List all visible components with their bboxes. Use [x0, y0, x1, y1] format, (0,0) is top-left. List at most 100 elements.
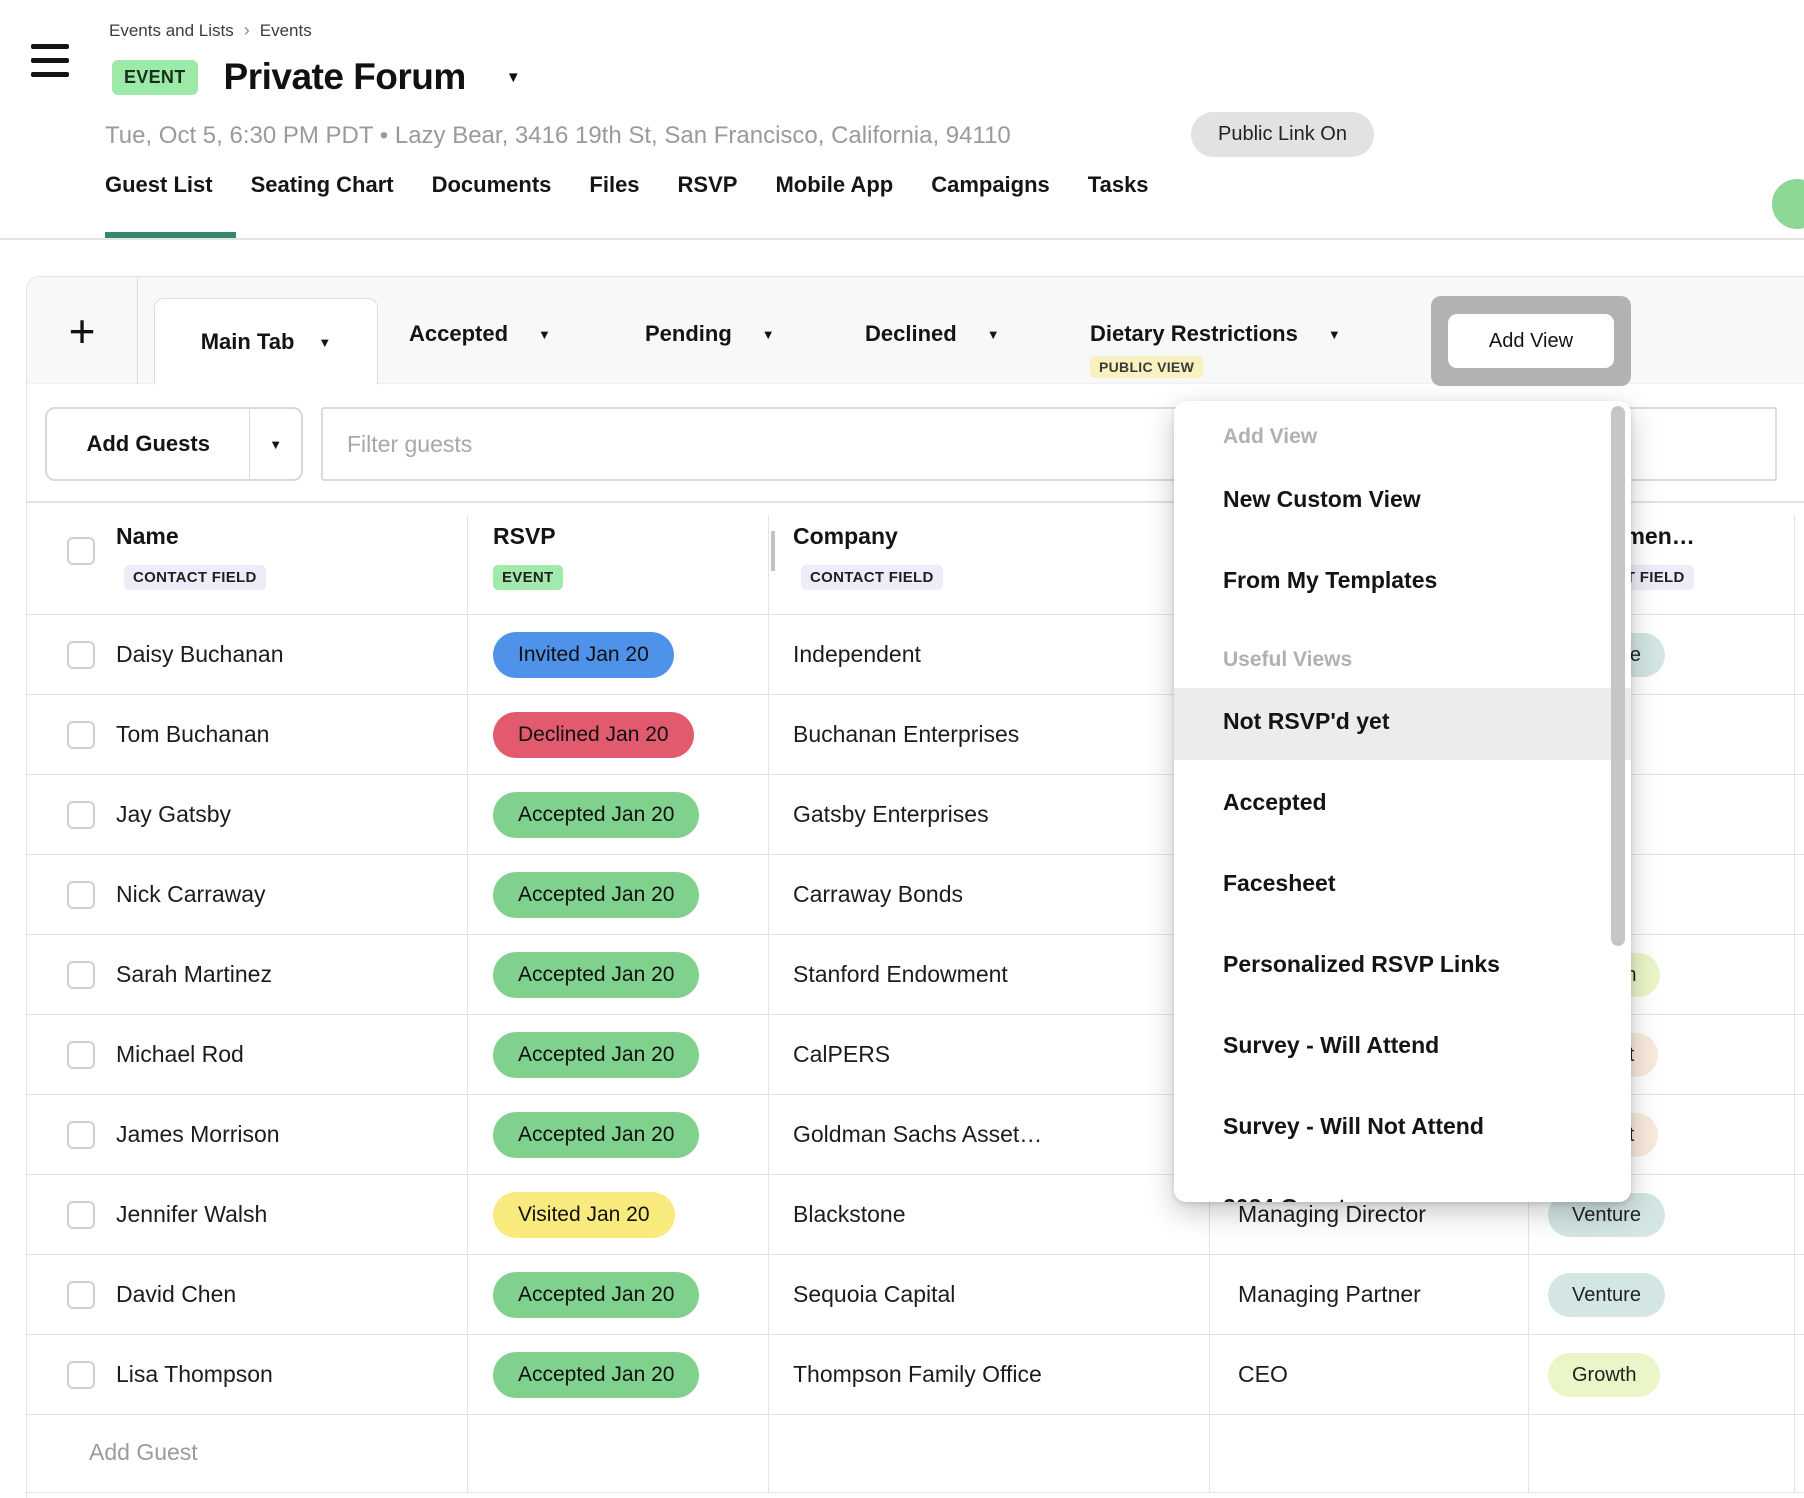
view-tab-main[interactable]: Main Tab ▼ [154, 298, 378, 385]
table-row[interactable]: David Chen Accepted Jan 20 Sequoia Capit… [27, 1255, 1804, 1335]
rsvp-status-pill: Accepted Jan 20 [493, 1032, 699, 1078]
guest-name: Jennifer Walsh [116, 1201, 267, 1228]
row-checkbox[interactable] [67, 1281, 95, 1309]
tab-documents[interactable]: Documents [432, 172, 552, 198]
row-checkbox[interactable] [67, 881, 95, 909]
tab-mobile-app[interactable]: Mobile App [775, 172, 893, 198]
column-header-name[interactable]: Name [116, 523, 179, 550]
view-tab-dietary-restrictions[interactable]: Dietary Restrictions ▼ [1090, 321, 1341, 347]
tab-rsvp[interactable]: RSVP [678, 172, 738, 198]
row-checkbox[interactable] [67, 1361, 95, 1389]
column-header-rsvp[interactable]: RSVP [493, 523, 556, 550]
menu-item-not-rsvpd-yet[interactable]: Not RSVP'd yet [1174, 688, 1631, 760]
add-guest-row[interactable]: Add Guest [27, 1415, 1804, 1493]
view-tab-declined[interactable]: Declined ▼ [865, 321, 1000, 347]
public-link-status-badge[interactable]: Public Link On [1191, 112, 1374, 157]
row-checkbox[interactable] [67, 641, 95, 669]
menu-item-survey-will-not-attend[interactable]: Survey - Will Not Attend [1174, 1093, 1631, 1165]
add-view-tab-button[interactable]: + [27, 277, 138, 384]
header-divider [0, 238, 1804, 240]
dropdown-section-useful-views: Useful Views [1223, 648, 1352, 672]
rsvp-status-pill: Accepted Jan 20 [493, 952, 699, 998]
page-title: Private Forum [224, 56, 466, 98]
chevron-down-icon[interactable]: ▼ [1328, 327, 1341, 342]
guest-company: Stanford Endowment [793, 961, 1008, 988]
dropdown-scrollbar[interactable] [1611, 406, 1625, 946]
tab-campaigns[interactable]: Campaigns [931, 172, 1050, 198]
event-nav-tabs: Guest List Seating Chart Documents Files… [105, 172, 1149, 198]
guest-name: James Morrison [116, 1121, 280, 1148]
column-resize-handle[interactable] [771, 531, 775, 571]
view-tab-pending[interactable]: Pending ▼ [645, 321, 775, 347]
guest-name: Daisy Buchanan [116, 641, 284, 668]
guest-title: Managing Partner [1238, 1281, 1421, 1308]
add-guests-button[interactable]: Add Guests ▼ [45, 407, 303, 481]
row-checkbox[interactable] [67, 1041, 95, 1069]
company-field-type-badge: CONTACT FIELD [801, 565, 943, 590]
menu-item-from-my-templates[interactable]: From My Templates [1174, 547, 1631, 619]
chevron-down-icon[interactable]: ▼ [538, 327, 551, 342]
investment-focus-pill: Venture [1548, 1273, 1665, 1317]
menu-icon[interactable] [31, 44, 69, 78]
rsvp-status-pill: Visited Jan 20 [493, 1192, 675, 1238]
select-all-checkbox[interactable] [67, 537, 95, 565]
chevron-down-icon[interactable]: ▼ [762, 327, 775, 342]
guest-name: Nick Carraway [116, 881, 266, 908]
row-checkbox[interactable] [67, 961, 95, 989]
menu-item-accepted[interactable]: Accepted [1174, 769, 1631, 841]
breadcrumb: Events and Lists › Events [109, 20, 312, 41]
row-checkbox[interactable] [67, 721, 95, 749]
chevron-down-icon[interactable]: ▼ [987, 327, 1000, 342]
help-button[interactable] [1772, 179, 1804, 229]
guest-title: Managing Director [1238, 1201, 1426, 1228]
rsvp-status-pill: Accepted Jan 20 [493, 1112, 699, 1158]
guest-name: Lisa Thompson [116, 1361, 273, 1388]
chevron-down-icon[interactable]: ▼ [318, 335, 331, 350]
rsvp-status-pill: Accepted Jan 20 [493, 1272, 699, 1318]
rsvp-status-pill: Accepted Jan 20 [493, 1352, 699, 1398]
plus-icon: + [69, 304, 96, 358]
menu-item-facesheet[interactable]: Facesheet [1174, 850, 1631, 922]
tab-files[interactable]: Files [589, 172, 639, 198]
rsvp-status-pill: Accepted Jan 20 [493, 792, 699, 838]
guest-company: Gatsby Enterprises [793, 801, 989, 828]
menu-item-new-custom-view[interactable]: New Custom View [1174, 466, 1631, 538]
rsvp-status-pill: Declined Jan 20 [493, 712, 694, 758]
guest-title: CEO [1238, 1361, 1288, 1388]
rsvp-status-pill: Accepted Jan 20 [493, 872, 699, 918]
breadcrumb-events-and-lists[interactable]: Events and Lists [109, 21, 234, 41]
guest-company: Buchanan Enterprises [793, 721, 1019, 748]
row-checkbox[interactable] [67, 801, 95, 829]
add-guests-dropdown-caret[interactable]: ▼ [249, 409, 301, 479]
tab-tasks[interactable]: Tasks [1088, 172, 1149, 198]
add-view-dropdown-menu: Add View New Custom View From My Templat… [1174, 401, 1631, 1202]
breadcrumb-events[interactable]: Events [260, 21, 312, 41]
guest-company: Thompson Family Office [793, 1361, 1042, 1388]
guest-company: Sequoia Capital [793, 1281, 955, 1308]
rsvp-field-type-badge: EVENT [493, 565, 563, 590]
row-checkbox[interactable] [67, 1201, 95, 1229]
guest-company: CalPERS [793, 1041, 890, 1068]
guest-company: Blackstone [793, 1201, 906, 1228]
event-datetime-location: Tue, Oct 5, 6:30 PM PDT • Lazy Bear, 341… [105, 122, 1011, 150]
add-view-button[interactable]: Add View [1448, 314, 1614, 368]
add-guest-placeholder: Add Guest [89, 1439, 198, 1466]
menu-item-personalized-rsvp-links[interactable]: Personalized RSVP Links [1174, 931, 1631, 1003]
guest-company: Carraway Bonds [793, 881, 963, 908]
breadcrumb-separator-icon: › [244, 20, 250, 41]
event-type-badge: EVENT [112, 60, 198, 95]
title-dropdown-caret-icon[interactable]: ▼ [506, 69, 521, 86]
name-field-type-badge: CONTACT FIELD [124, 565, 266, 590]
row-checkbox[interactable] [67, 1121, 95, 1149]
menu-item-survey-will-attend[interactable]: Survey - Will Attend [1174, 1012, 1631, 1084]
tab-guest-list[interactable]: Guest List [105, 172, 213, 198]
view-tab-accepted[interactable]: Accepted ▼ [409, 321, 551, 347]
rsvp-status-pill: Invited Jan 20 [493, 632, 674, 678]
guest-name: David Chen [116, 1281, 236, 1308]
public-view-badge: PUBLIC VIEW [1090, 356, 1203, 378]
investment-focus-pill: Growth [1548, 1353, 1660, 1397]
tab-seating-chart[interactable]: Seating Chart [251, 172, 394, 198]
table-row[interactable]: Lisa Thompson Accepted Jan 20 Thompson F… [27, 1335, 1804, 1415]
column-header-company[interactable]: Company [793, 523, 898, 550]
menu-item-2024-guest[interactable]: 2024 Guest... [1174, 1174, 1631, 1202]
